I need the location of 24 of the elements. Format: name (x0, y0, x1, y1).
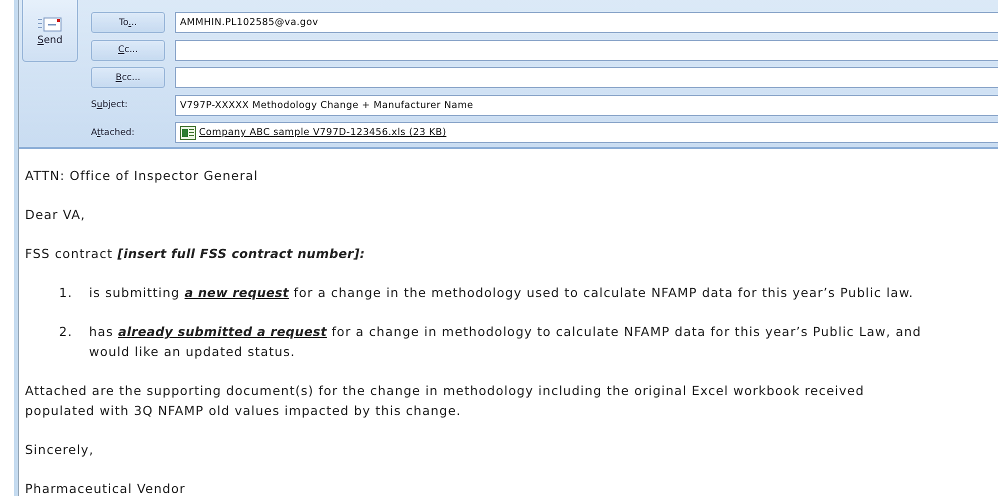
body-paragraph: Attached are the supporting document(s) for the change in methodology including the original Excel workbook received populated with 3Q NFAMP old values impacted by this change. (25, 382, 866, 420)
list-item-text: is submitting a new request for a change in the methodology used to calculate NFAMP data for this year’s Public law. (89, 284, 914, 302)
body-paragraph: Pharmaceutical Vendor (25, 480, 186, 496)
body-paragraph: ATTN: Office of Inspector General (25, 167, 260, 185)
address-field[interactable] (175, 67, 998, 88)
body-paragraph: Sincerely, (25, 441, 95, 459)
attached-label: Attached: (91, 128, 136, 138)
address-button[interactable]: Cc... (91, 40, 165, 60)
subject-field[interactable]: V797P-XXXXX Methodology Change + Manufacturer Name (175, 94, 998, 116)
address-button[interactable]: Bcc... (91, 67, 165, 88)
attachment-link[interactable]: Company ABC sample V797D-123456.xls (23 KB) (199, 127, 446, 138)
list-number: 2. (59, 323, 74, 341)
subject-label: Subject: (91, 100, 129, 110)
address-button[interactable]: To... (91, 12, 165, 33)
spreadsheet-icon (180, 126, 196, 140)
address-field[interactable]: AMMHIN.PL102585@va.gov (175, 12, 998, 33)
send-button[interactable]: Send (22, 0, 78, 62)
address-field[interactable] (175, 40, 998, 60)
body-paragraph: FSS contract [insert full FSS contract number]: (25, 245, 366, 263)
body-paragraph: Dear VA, (25, 206, 86, 224)
list-item-text: has already submitted a request for a change in methodology to calculate NFAMP data for this year’s Public Law, and would like an updated status. (89, 323, 922, 361)
list-number: 1. (59, 284, 74, 302)
envelope-icon (37, 15, 63, 33)
attachment-field[interactable]: Company ABC sample V797D-123456.xls (23 KB) (175, 122, 998, 143)
